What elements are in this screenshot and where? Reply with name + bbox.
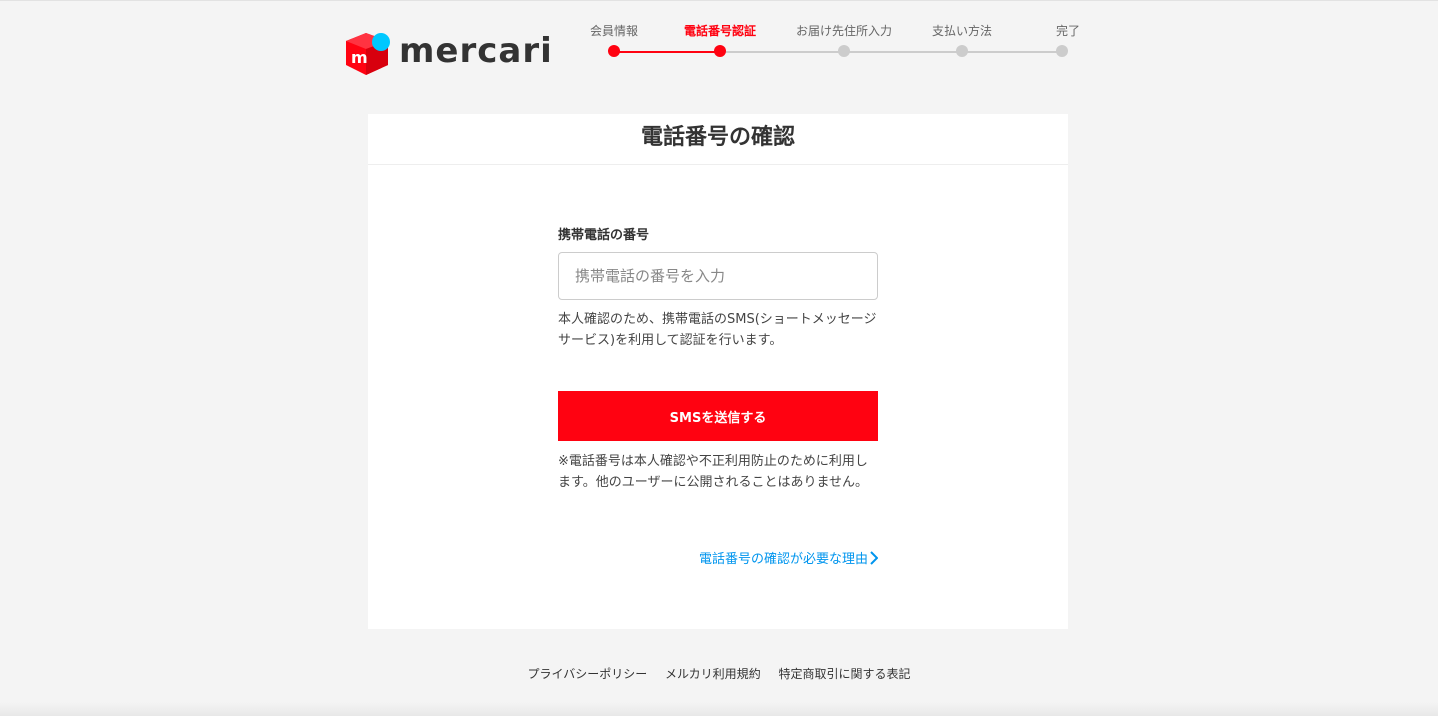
step-dot bbox=[1056, 45, 1068, 57]
sms-help-text: 本人確認のため、携帯電話のSMS(ショートメッセージサービス)を利用して認証を行… bbox=[558, 312, 877, 348]
step-member-info: 会員情報 bbox=[564, 21, 664, 57]
footer-link-commercial-transactions[interactable]: 特定商取引に関する表記 bbox=[779, 667, 911, 681]
step-label: 電話番号認証 bbox=[683, 24, 756, 38]
step-dot bbox=[714, 45, 726, 57]
step-dot bbox=[838, 45, 850, 57]
phone-verification-card: 電話番号の確認 携帯電話の番号 本人確認のため、携帯電話のSMS(ショートメッセ… bbox=[368, 114, 1068, 629]
step-payment-method: 支払い方法 bbox=[912, 21, 1012, 57]
footer: プライバシーポリシー メルカリ利用規約 特定商取引に関する表記 bbox=[0, 665, 1438, 682]
svg-text:m: m bbox=[351, 48, 368, 67]
step-label: 完了 bbox=[1055, 24, 1080, 38]
privacy-note: ※電話番号は本人確認や不正利用防止のために利用します。他のユーザーに公開されるこ… bbox=[558, 454, 869, 490]
registration-stepper: 会員情報 電話番号認証 お届け先住所入力 支払い方法 完了 bbox=[580, 21, 1080, 71]
phone-number-input[interactable] bbox=[558, 252, 878, 300]
step-label: 会員情報 bbox=[589, 24, 638, 38]
step-label: 支払い方法 bbox=[931, 24, 992, 38]
send-sms-button[interactable]: SMSを送信する bbox=[558, 391, 878, 441]
step-dot bbox=[608, 45, 620, 57]
page-title: 電話番号の確認 bbox=[368, 114, 1068, 165]
phone-form: 携帯電話の番号 本人確認のため、携帯電話のSMS(ショートメッセージサービス)を… bbox=[558, 228, 878, 493]
mercari-box-icon: m bbox=[346, 33, 390, 75]
step-phone-verification: 電話番号認証 bbox=[670, 21, 770, 57]
step-dot bbox=[956, 45, 968, 57]
footer-link-terms[interactable]: メルカリ利用規約 bbox=[665, 667, 761, 681]
logo-text: mercari bbox=[399, 31, 553, 71]
header: m mercari 会員情報 電話番号認証 お届け先住所入力 支払い方法 完了 bbox=[0, 1, 1438, 91]
footer-link-privacy-policy[interactable]: プライバシーポリシー bbox=[527, 667, 647, 681]
why-verify-link-label: 電話番号の確認が必要な理由 bbox=[698, 552, 868, 567]
step-label: お届け先住所入力 bbox=[795, 24, 892, 38]
why-verify-link[interactable]: 電話番号の確認が必要な理由 bbox=[699, 548, 878, 567]
bottom-shade bbox=[0, 702, 1438, 716]
chevron-right-icon bbox=[870, 550, 878, 565]
phone-field-label: 携帯電話の番号 bbox=[558, 228, 650, 243]
mercari-logo[interactable]: m mercari bbox=[344, 27, 552, 77]
step-shipping-address: お届け先住所入力 bbox=[794, 21, 894, 57]
step-complete: 完了 bbox=[1012, 21, 1112, 57]
